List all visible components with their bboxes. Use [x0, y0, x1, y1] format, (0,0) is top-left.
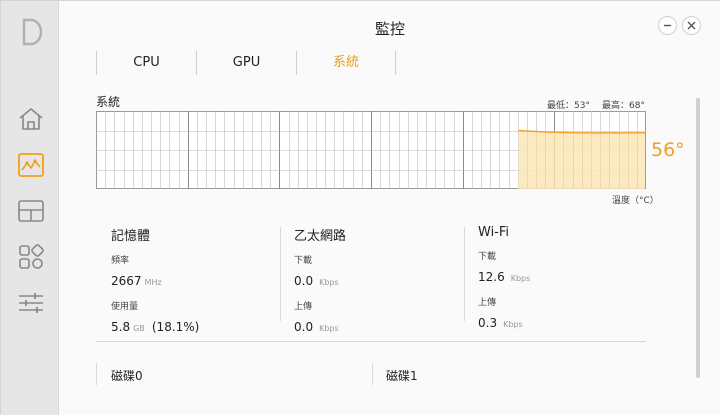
section-label: 系統	[96, 95, 121, 109]
memory-usage-value: 5.8	[111, 320, 131, 334]
ethernet-up-value: 0.0	[294, 320, 314, 334]
tab-gpu[interactable]: GPU	[196, 51, 296, 75]
wifi-down-unit: Kbps	[510, 274, 531, 283]
memory-usage-label: 使用量	[111, 302, 139, 312]
wifi-up-unit: Kbps	[503, 320, 523, 329]
d-logo-icon	[22, 18, 43, 46]
monitor-icon	[18, 153, 44, 177]
sidebar-item-monitor[interactable]	[15, 149, 47, 181]
minimize-button[interactable]	[658, 16, 677, 35]
divider	[280, 227, 281, 321]
sidebar-item-apps[interactable]	[15, 241, 47, 273]
wifi-up-row: 0.3 Kbps	[478, 312, 530, 331]
wifi-down-row: 12.6 Kbps	[478, 266, 530, 285]
main-panel: 監控 CPU GPU 系統 系統 最低：53° 最高：68° 56° 溫度（°C…	[59, 1, 720, 415]
tab-cpu[interactable]: CPU	[96, 51, 196, 75]
ethernet-down-value: 0.0	[294, 274, 314, 288]
home-icon	[19, 108, 43, 130]
minimize-icon	[664, 24, 671, 27]
disk-0-title: 磁碟0	[111, 369, 143, 383]
temp-min-label: 最低：53°	[547, 101, 590, 111]
sidebar-item-home[interactable]	[15, 103, 47, 135]
apps-icon	[19, 244, 44, 269]
wifi-section: Wi-Fi 下載 12.6 Kbps 上傳 0.3 Kbps	[478, 225, 530, 331]
wifi-down-label: 下載	[478, 252, 497, 262]
temp-area	[518, 130, 645, 189]
wifi-up-label: 上傳	[478, 298, 497, 308]
scrollbar[interactable]	[696, 98, 700, 378]
ethernet-down-unit: Kbps	[319, 278, 339, 287]
ethernet-down-row: 0.0 Kbps	[294, 270, 346, 289]
memory-usage-percent: (18.1%)	[151, 320, 200, 334]
close-icon	[687, 21, 696, 30]
current-temp: 56°	[651, 139, 685, 161]
sidebar	[1, 1, 59, 415]
memory-usage-row: 5.8 GB (18.1%)	[111, 316, 199, 335]
layout-icon	[18, 200, 44, 222]
memory-section: 記憶體 頻率 2667 MHz 使用量 5.8 GB (18.1%)	[111, 225, 199, 335]
tab-bar: CPU GPU 系統	[96, 51, 396, 75]
temperature-chart	[96, 111, 646, 189]
memory-usage-unit: GB	[133, 324, 145, 333]
sidebar-item-layout[interactable]	[15, 195, 47, 227]
temp-max-label: 最高：68°	[602, 101, 645, 111]
memory-freq-row: 2667 MHz	[111, 270, 199, 289]
sidebar-item-settings[interactable]	[15, 287, 47, 319]
ethernet-down-label: 下載	[294, 256, 313, 266]
temp-unit-label: 溫度（°C）	[612, 196, 659, 206]
section-divider	[96, 341, 646, 342]
ethernet-section: 乙太網路 下載 0.0 Kbps 上傳 0.0 Kbps	[294, 225, 346, 335]
ethernet-up-row: 0.0 Kbps	[294, 316, 346, 335]
page-title: 監控	[374, 20, 405, 38]
sliders-icon	[19, 293, 43, 313]
wifi-down-value: 12.6	[478, 270, 505, 284]
memory-freq-label: 頻率	[111, 256, 130, 266]
tab-system[interactable]: 系統	[296, 51, 396, 75]
divider	[464, 227, 465, 321]
memory-freq-unit: MHz	[144, 278, 162, 287]
memory-title: 記憶體	[111, 229, 151, 244]
disk-1-title: 磁碟1	[386, 369, 418, 383]
app-window: 監控 CPU GPU 系統 系統 最低：53° 最高：68° 56° 溫度（°C…	[0, 0, 720, 415]
divider	[372, 363, 373, 385]
memory-freq-value: 2667	[111, 274, 142, 288]
ethernet-up-unit: Kbps	[319, 324, 339, 333]
close-button[interactable]	[682, 16, 701, 35]
divider	[96, 363, 97, 385]
wifi-title: Wi-Fi	[478, 225, 510, 240]
ethernet-up-label: 上傳	[294, 302, 313, 312]
wifi-up-value: 0.3	[478, 316, 498, 330]
ethernet-title: 乙太網路	[294, 229, 347, 244]
